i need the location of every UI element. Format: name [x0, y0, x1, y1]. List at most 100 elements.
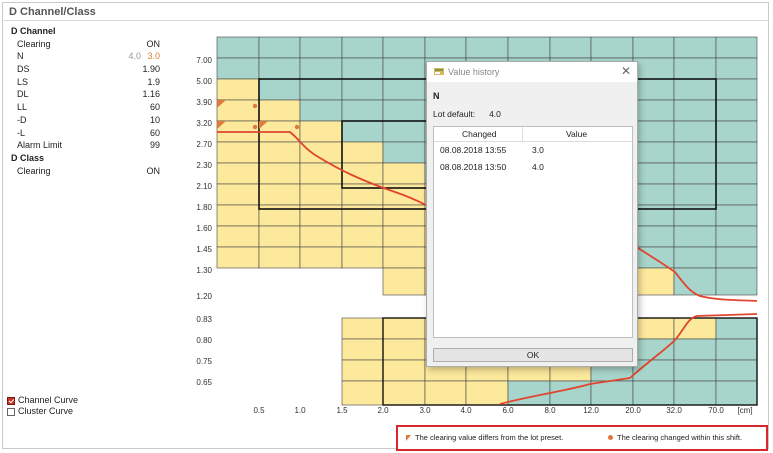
x-tick-label: 2.0: [377, 406, 389, 415]
grid-cell: [632, 57, 675, 80]
grid-cell: [632, 120, 675, 143]
grid-cell: [216, 99, 260, 122]
grid-cell: [299, 183, 343, 206]
legend-preset-text: The clearing value differs from the lot …: [415, 433, 564, 442]
curve-toggles: Channel Curve Cluster Curve: [7, 395, 78, 417]
dot-marker: [294, 124, 300, 130]
grid-cell: [590, 36, 634, 59]
cluster-curve-checkbox[interactable]: [7, 407, 15, 416]
row-changed: 08.08.2018 13:55: [440, 145, 507, 155]
y-tick-label: 1.60: [196, 224, 212, 233]
grid-cell: [382, 317, 426, 340]
grid-cell: [673, 78, 717, 101]
channel-curve-checkbox[interactable]: [7, 396, 15, 405]
grid-cell: [424, 36, 467, 59]
ok-button[interactable]: OK: [433, 348, 633, 362]
grid-cell: [258, 225, 301, 248]
grid-cell: [632, 338, 675, 361]
grid-cell: [341, 141, 384, 164]
table-header: Changed Value: [434, 127, 632, 142]
y-tick-label: 7.00: [196, 56, 212, 65]
table-row[interactable]: 08.08.2018 13:55 3.0: [434, 141, 632, 158]
grid-cell: [341, 359, 384, 382]
grid-cell: [632, 267, 675, 296]
grid-cell: [507, 36, 551, 59]
table-row[interactable]: 08.08.2018 13:50 4.0: [434, 158, 632, 175]
grid-cell: [632, 225, 675, 248]
row-changed: 08.08.2018 13:50: [440, 162, 507, 172]
triangle-marker-icon: [406, 434, 411, 441]
grid-cell: [715, 225, 758, 248]
grid-cell: [258, 183, 301, 206]
x-tick-label: 1.5: [336, 406, 348, 415]
grid-cell: [216, 78, 260, 101]
x-tick-label: 4.0: [460, 406, 472, 415]
grid-cell: [673, 204, 717, 227]
x-tick-label: 0.5: [253, 406, 265, 415]
grid-cell: [341, 380, 384, 406]
grid-cell: [382, 78, 426, 101]
x-tick-label: 8.0: [544, 406, 556, 415]
grid-cell: [632, 36, 675, 59]
cluster-curve-toggle[interactable]: Cluster Curve: [7, 406, 78, 417]
channel-curve-toggle[interactable]: Channel Curve: [7, 395, 78, 406]
lot-default: Lot default: 4.0: [433, 109, 501, 119]
x-tick-label: 3.0: [419, 406, 431, 415]
x-tick-label: 20.0: [625, 406, 641, 415]
grid-cell: [673, 267, 717, 296]
y-tick-label: 3.90: [196, 98, 212, 107]
grid-cell: [341, 57, 384, 80]
grid-cell: [382, 246, 426, 269]
grid-cell: [382, 225, 426, 248]
grid-cell: [673, 380, 717, 406]
grid-cell: [299, 36, 343, 59]
grid-cell: [216, 183, 260, 206]
grid-cell: [299, 204, 343, 227]
column-changed[interactable]: Changed: [462, 129, 497, 139]
column-separator[interactable]: [522, 127, 523, 141]
grid-cell: [216, 36, 260, 59]
dialog-title: Value history: [448, 67, 500, 77]
dialog-titlebar[interactable]: Value history ✕: [427, 62, 637, 83]
grid-cell: [673, 246, 717, 269]
grid-cell: [715, 120, 758, 143]
grid-cell: [715, 359, 758, 382]
grid-cell: [258, 36, 301, 59]
grid-cell: [258, 162, 301, 185]
y-tick-label: 1.20: [196, 292, 212, 301]
column-value[interactable]: Value: [566, 129, 587, 139]
clearing-grid-chart[interactable]: 7.00 5.00 3.90 3.20 2.70 2.30 2.10 1.80 1.60 1.45…: [0, 0, 773, 453]
grid-cell: [632, 204, 675, 227]
grid-cell: [465, 36, 509, 59]
grid-cell: [299, 246, 343, 269]
grid-cell: [299, 120, 343, 143]
grid-cell: [673, 120, 717, 143]
grid-cell: [299, 57, 343, 80]
grid-cell: [632, 380, 675, 406]
grid-cell: [216, 204, 260, 227]
y-tick-label: 2.70: [196, 140, 212, 149]
grid-cell: [258, 246, 301, 269]
grid-cell: [382, 267, 426, 296]
x-tick-label: 32.0: [666, 406, 682, 415]
close-icon[interactable]: ✕: [621, 65, 631, 77]
grid-cell: [715, 380, 758, 406]
y-tick-label: 2.10: [196, 182, 212, 191]
y-tick-label: 3.20: [196, 119, 212, 128]
y-tick-label: 5.00: [196, 77, 212, 86]
grid-cell: [299, 78, 343, 101]
y-tick-label: 0.75: [196, 357, 212, 366]
grid-cell: [673, 317, 717, 340]
x-tick-label: 70.0: [708, 406, 724, 415]
grid-cell: [216, 57, 260, 80]
grid-cell: [258, 141, 301, 164]
grid-cell: [341, 99, 384, 122]
grid-cell: [673, 225, 717, 248]
y-tick-label: 1.45: [196, 245, 212, 254]
grid-cell: [673, 359, 717, 382]
grid-cell: [382, 380, 426, 406]
y-tick-label: 2.30: [196, 161, 212, 170]
grid-cell: [715, 78, 758, 101]
grid-cell: [258, 78, 301, 101]
grid-cell: [715, 246, 758, 269]
